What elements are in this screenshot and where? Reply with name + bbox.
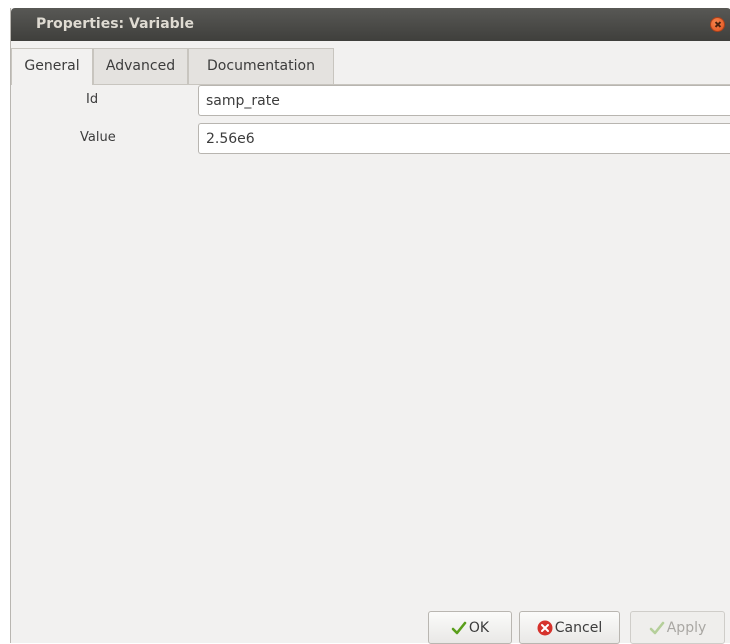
apply-label: Apply bbox=[666, 619, 707, 636]
properties-dialog: Properties: Variable General Advanced Do… bbox=[10, 8, 730, 644]
tab-advanced[interactable]: Advanced bbox=[93, 48, 188, 84]
tab-bar: General Advanced Documentation bbox=[11, 48, 730, 85]
ok-label: OK bbox=[468, 619, 490, 636]
cancel-label: Cancel bbox=[554, 619, 603, 636]
close-icon[interactable] bbox=[710, 17, 725, 32]
id-field[interactable] bbox=[198, 85, 730, 116]
tab-documentation[interactable]: Documentation bbox=[188, 48, 334, 84]
cancel-icon bbox=[537, 620, 553, 635]
window-title: Properties: Variable bbox=[36, 16, 194, 32]
ok-button[interactable]: OK bbox=[428, 611, 512, 644]
value-label: Value bbox=[80, 130, 116, 145]
title-bar[interactable]: Properties: Variable bbox=[11, 8, 730, 41]
id-label: Id bbox=[86, 92, 99, 107]
checkmark-icon bbox=[649, 621, 665, 634]
apply-button[interactable]: Apply bbox=[630, 611, 725, 644]
cancel-button[interactable]: Cancel bbox=[519, 611, 620, 644]
tab-general[interactable]: General bbox=[11, 48, 93, 85]
value-field[interactable] bbox=[198, 123, 730, 154]
checkmark-icon bbox=[451, 621, 467, 634]
